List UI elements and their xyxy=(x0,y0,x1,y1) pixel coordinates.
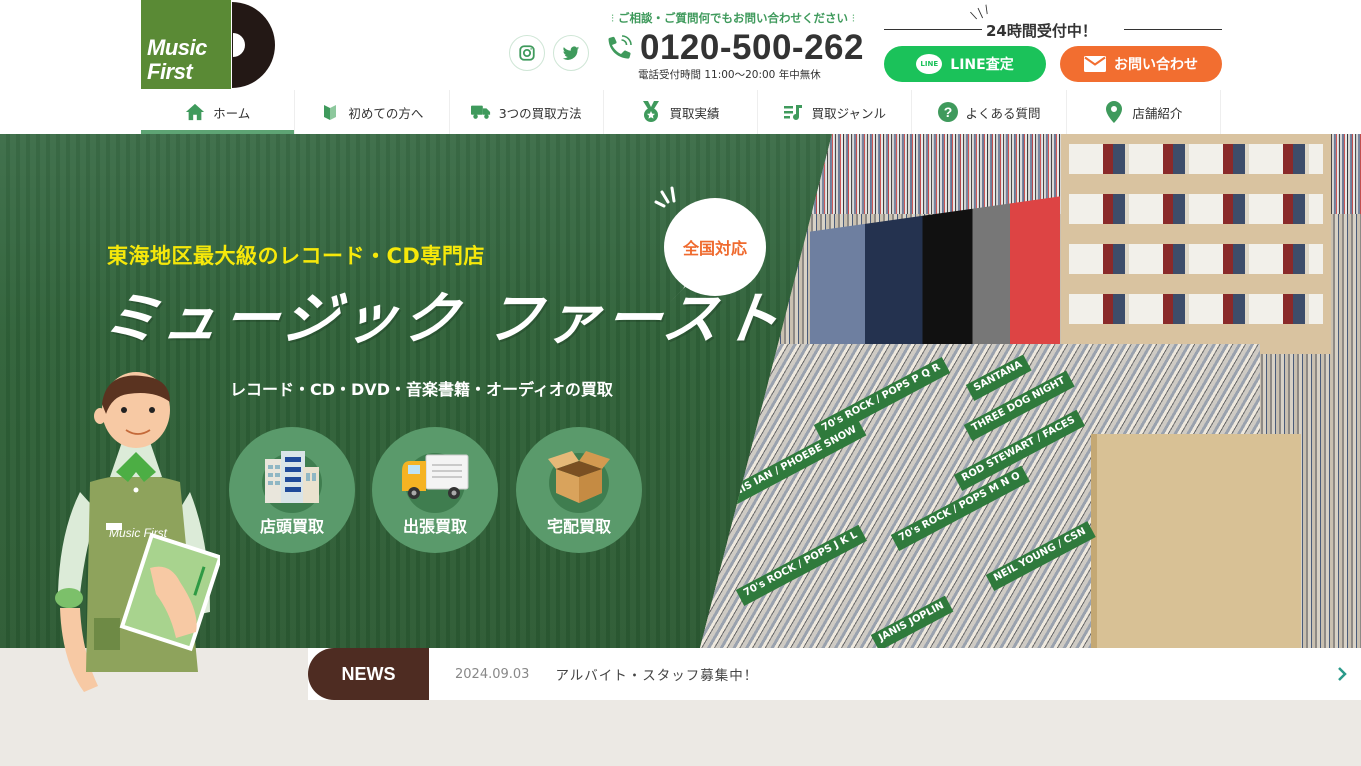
beginner-mark-icon xyxy=(320,102,340,122)
nationwide-label: 全国対応 xyxy=(682,239,747,258)
nav-label: 初めての方へ xyxy=(348,105,424,121)
news-title-link[interactable]: アルバイト・スタッフ募集中！ xyxy=(555,664,758,684)
page: Music First ⁝ ご相談・ご質問何でもお問い合わせください ⁝ 012… xyxy=(0,0,1361,766)
mail-icon xyxy=(1084,56,1106,72)
method-home-visit-purchase[interactable]: 出張買取 xyxy=(372,427,498,553)
map-pin-icon xyxy=(1104,101,1124,123)
nav-label: 買取ジャンル xyxy=(811,105,886,121)
logo-line1: Music xyxy=(147,35,207,60)
method-delivery-purchase[interactable]: 宅配買取 xyxy=(516,427,642,553)
contact-label: お問い合わせ xyxy=(1114,57,1198,73)
contact-lead-text: ご相談・ご質問何でもお問い合わせください xyxy=(618,11,848,25)
site-logo[interactable]: Music First xyxy=(141,0,276,90)
line-appraisal-button[interactable]: LINE LINE査定 xyxy=(884,46,1046,82)
method-label: 宅配買取 xyxy=(546,517,611,536)
nav-label: 3つの買取方法 xyxy=(498,105,582,121)
twitter-link[interactable] xyxy=(553,35,589,71)
delivery-truck-icon xyxy=(402,454,469,499)
record-row xyxy=(1069,144,1323,174)
record-row xyxy=(1069,194,1323,224)
nav-label: よくある質問 xyxy=(965,105,1041,121)
news-label: NEWS xyxy=(308,648,429,700)
nationwide-bubble: 全国対応 xyxy=(664,198,766,296)
news-date: 2024.09.03 xyxy=(455,666,530,682)
nav-item-stores[interactable]: 店舗紹介 xyxy=(1065,90,1221,134)
record-row xyxy=(1069,294,1323,324)
logo-line2: First xyxy=(147,59,193,84)
instagram-icon xyxy=(519,45,535,61)
line-appraisal-label: LINE査定 xyxy=(950,57,1014,73)
main-nav: ホーム 初めての方へ 3つの買取方法 買取実績 買取ジャンル ? よくある質問 xyxy=(141,90,1221,134)
phone-icon xyxy=(608,35,632,59)
nav-item-purchase-methods[interactable]: 3つの買取方法 xyxy=(448,90,603,134)
sparkle-icon xyxy=(654,186,676,208)
news-ticker[interactable]: NEWS 2024.09.03 アルバイト・スタッフ募集中！ xyxy=(308,648,1361,700)
phone-hours: 電話受付時間 11:00〜20:00 年中無休 xyxy=(638,69,821,81)
hero-tagline: 東海地区最大級のレコード・CD専門店 xyxy=(107,244,485,268)
medal-icon xyxy=(641,101,661,122)
nav-label: 買取実績 xyxy=(669,105,720,121)
record-wall-display xyxy=(1061,134,1331,354)
nav-label: 店舗紹介 xyxy=(1132,105,1183,121)
sparkle-left-icon: ⁝ xyxy=(610,11,618,25)
record-row xyxy=(1069,244,1323,274)
nav-item-genres[interactable]: 買取ジャンル xyxy=(757,90,911,134)
nav-item-purchase-results[interactable]: 買取実績 xyxy=(602,90,757,134)
question-icon: ? xyxy=(937,102,958,122)
phone-number[interactable]: 0120-500-262 xyxy=(640,28,864,68)
divider-line xyxy=(1124,29,1222,30)
line-logo-icon: LINE xyxy=(916,54,943,74)
wooden-crate xyxy=(1091,434,1301,648)
nav-label: ホーム xyxy=(213,105,251,121)
building-icon xyxy=(265,451,319,503)
sparkle-right-icon: ⁝ xyxy=(848,11,856,25)
contact-button[interactable]: お問い合わせ xyxy=(1060,46,1222,82)
instagram-link[interactable] xyxy=(509,35,545,71)
twitter-icon xyxy=(562,46,580,60)
home-icon xyxy=(185,102,205,122)
contact-lead: ⁝ ご相談・ご質問何でもお問い合わせください ⁝ xyxy=(602,10,864,26)
nav-item-faq[interactable]: ? よくある質問 xyxy=(911,90,1065,134)
site-header: Music First ⁝ ご相談・ご質問何でもお問い合わせください ⁝ 012… xyxy=(0,0,1361,134)
hero-subtitle: レコード・CD・DVD・音楽書籍・オーディオの買取 xyxy=(230,380,613,399)
method-store-purchase[interactable]: 店頭買取 xyxy=(229,427,355,553)
method-label: 店頭買取 xyxy=(259,517,324,536)
divider-line xyxy=(884,29,982,30)
cardboard-box-icon xyxy=(548,451,610,503)
reception-banner: \ | / 24時間受付中！ xyxy=(884,3,1222,42)
method-label: 出張買取 xyxy=(402,517,467,536)
truck-icon xyxy=(470,102,491,122)
svg-text:?: ? xyxy=(943,104,952,120)
staff-character-illustration: Music First xyxy=(55,372,220,692)
music-list-icon xyxy=(783,102,804,122)
reception-label: 24時間受付中！ xyxy=(986,22,1097,40)
logo-text: Music First xyxy=(147,36,207,84)
chevron-right-icon[interactable] xyxy=(1335,664,1349,684)
nav-item-beginners[interactable]: 初めての方へ xyxy=(294,90,448,134)
nav-item-home[interactable]: ホーム xyxy=(141,90,295,134)
